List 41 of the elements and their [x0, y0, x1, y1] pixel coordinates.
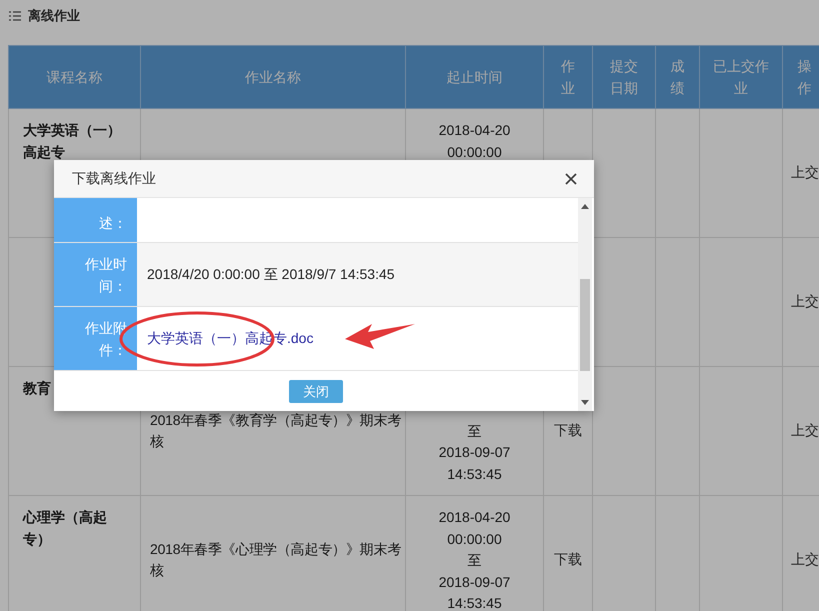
- time-text: 至: [468, 551, 482, 570]
- time-text: 2018-09-07: [438, 443, 510, 462]
- list-icon: [9, 11, 21, 21]
- annotation-arrow: [345, 324, 415, 349]
- submit-link[interactable]: 上交: [791, 551, 819, 568]
- field-label: 述：: [54, 198, 137, 242]
- column-header: 成绩: [656, 46, 700, 108]
- column-header: 作业: [544, 46, 592, 108]
- scrollbar-thumb[interactable]: [580, 279, 590, 371]
- submit-link[interactable]: 上交: [791, 293, 819, 310]
- column-header: 作业名称: [140, 46, 406, 108]
- assignment-name: 2018年春季《心理学（高起专）》期末考核: [150, 540, 402, 578]
- time-text: 14:53:45: [447, 594, 502, 611]
- submit-link[interactable]: 上交: [791, 164, 819, 180]
- download-link[interactable]: 下载: [554, 551, 582, 568]
- column-header: 提交日期: [592, 46, 656, 108]
- scroll-down-arrow-icon[interactable]: [581, 400, 589, 405]
- page-title: 离线作业: [28, 7, 80, 25]
- course-name: 教育: [23, 380, 51, 396]
- time-text: 00:00:00: [447, 530, 502, 548]
- time-text: 2018-04-20: [438, 508, 510, 527]
- course-name: 大学英语（一）高起专: [23, 122, 121, 160]
- course-name: 心理学（高起专）: [23, 509, 107, 546]
- column-header: 课程名称: [8, 46, 140, 108]
- column-header: 操作: [782, 46, 819, 108]
- column-header: 已上交作业: [700, 46, 782, 108]
- submit-link[interactable]: 上交: [791, 422, 819, 438]
- scrollbar[interactable]: [578, 198, 592, 411]
- time-text: 00:00:00: [447, 142, 502, 162]
- close-icon[interactable]: [565, 172, 577, 184]
- field-label: 作业时间：: [54, 243, 137, 306]
- field-value: 2018/4/20 0:00:00 至 2018/9/7 14:53:45: [147, 266, 395, 284]
- time-text: 14:53:45: [447, 464, 502, 484]
- scroll-up-arrow-icon[interactable]: [581, 204, 589, 209]
- column-header: 起止时间: [406, 46, 544, 108]
- download-link[interactable]: 下载: [554, 422, 582, 438]
- time-text: 2018-09-07: [438, 572, 510, 592]
- assignment-name: 2018年春季《教育学（高起专）》期末考核: [150, 412, 402, 449]
- dialog-title: 下载离线作业: [72, 170, 156, 188]
- time-text: 2018-04-20: [438, 121, 510, 140]
- time-text: 至: [468, 422, 482, 440]
